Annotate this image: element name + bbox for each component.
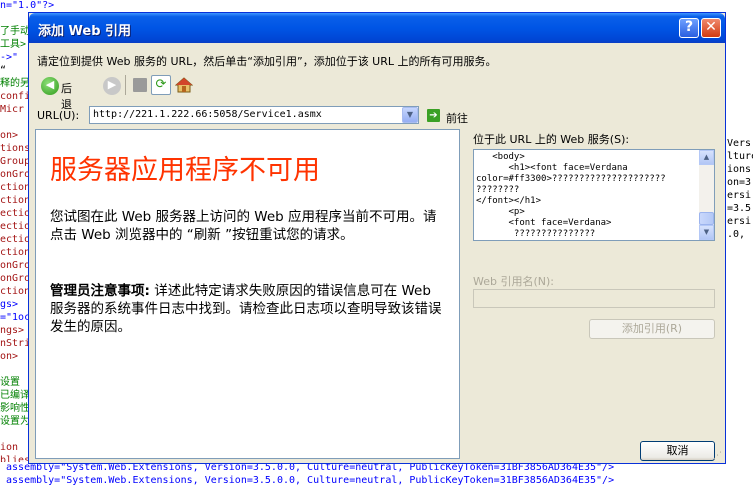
editor-bottom-text: assembly="System.Web.Extensions, Version… <box>0 462 753 488</box>
editor-line: confi <box>0 91 31 102</box>
toolbar-separator <box>125 75 126 95</box>
editor-line: onGro <box>0 169 31 180</box>
editor-line: 影响性 <box>0 403 30 414</box>
reference-name-input[interactable] <box>473 289 715 308</box>
editor-line: ersi <box>727 190 752 201</box>
editor-line: on> <box>0 351 19 362</box>
editor-line: 设置为 <box>0 416 30 427</box>
add-reference-button[interactable]: 添加引用(R) <box>589 319 715 339</box>
editor-line: nStri <box>0 338 31 349</box>
help-button[interactable]: ? <box>679 18 699 38</box>
editor-line: tions <box>0 143 31 154</box>
scroll-up-icon[interactable]: ▲ <box>699 150 714 165</box>
back-arrow-icon[interactable]: ◀ <box>41 77 59 95</box>
scroll-thumb[interactable] <box>699 212 714 225</box>
forward-arrow-icon[interactable]: ▶ <box>103 77 121 95</box>
editor-line: onGro <box>0 260 31 271</box>
editor-line: Vers <box>727 138 752 149</box>
editor-line: on> <box>0 130 19 141</box>
url-label: URL(U): <box>37 109 80 122</box>
editor-line: n="1.0"?> <box>0 0 55 11</box>
editor-line: Micr <box>0 104 25 115</box>
editor-line: ->" <box>0 52 19 63</box>
editor-line: 释的另 <box>0 78 30 89</box>
editor-line: ="1oc <box>0 312 31 323</box>
editor-line: =3.5 <box>727 203 752 214</box>
editor-line: “ <box>0 65 7 76</box>
editor-line: ion <box>0 442 19 453</box>
add-web-reference-dialog: 添加 Web 引用 ? ✕ 请定位到提供 Web 服务的 URL，然后单击“添加… <box>28 12 726 464</box>
error-message: 您试图在此 Web 服务器上访问的 Web 应用程序当前不可用。请点击 Web … <box>50 209 437 243</box>
dialog-title-bar[interactable]: 添加 Web 引用 ? ✕ <box>29 13 725 43</box>
editor-line: 工具> <box>0 39 27 50</box>
reference-name-label: Web 引用名(N): <box>473 275 554 288</box>
services-content: <body> <h1><font face=Verdana color=#ff3… <box>476 152 666 239</box>
editor-line: .0, <box>727 229 746 240</box>
services-label: 位于此 URL 上的 Web 服务(S): <box>473 133 630 146</box>
error-title: 服务器应用程序不可用 <box>50 155 320 186</box>
admin-note-heading: 管理员注意事项: <box>50 283 150 299</box>
go-arrow-icon[interactable]: ➔ <box>427 109 440 122</box>
admin-note: 管理员注意事项: 详述此特定请求失败原因的错误信息可在 Web 服务器的系统事件… <box>50 282 442 336</box>
refresh-icon[interactable]: ⟳ <box>151 75 171 95</box>
url-dropdown-button[interactable]: ▼ <box>402 107 418 123</box>
editor-line: gs> <box>0 299 19 310</box>
stop-icon[interactable] <box>133 78 147 92</box>
dialog-title: 添加 Web 引用 <box>38 24 132 39</box>
editor-line: ction <box>0 247 31 258</box>
resize-grip-icon[interactable]: ⋰ <box>713 451 723 461</box>
editor-line: 设置 <box>0 377 20 388</box>
url-input[interactable]: http://221.1.222.66:5058/Service1.asmx <box>89 106 419 124</box>
go-button-label[interactable]: 前往 <box>446 110 468 126</box>
home-icon[interactable] <box>174 76 194 94</box>
editor-line: ersi <box>727 216 752 227</box>
cancel-button[interactable]: 取消 <box>640 441 715 461</box>
browser-content-pane[interactable]: 服务器应用程序不可用 您试图在此 Web 服务器上访问的 Web 应用程序当前不… <box>35 129 460 459</box>
scroll-down-icon[interactable]: ▼ <box>699 225 714 240</box>
close-button[interactable]: ✕ <box>701 18 721 38</box>
editor-line: ction <box>0 182 31 193</box>
services-scrollbar[interactable]: ▲ ▼ <box>699 150 714 240</box>
editor-line: ions, <box>727 164 753 175</box>
editor-line: 已编译 <box>0 390 30 401</box>
editor-line: on=3 <box>727 177 752 188</box>
editor-line: Group <box>0 156 31 167</box>
services-list[interactable]: <body> <h1><font face=Verdana color=#ff3… <box>473 149 715 241</box>
editor-line: ngs> <box>0 325 25 336</box>
editor-line: assembly="System.Web.Extensions, Version… <box>0 475 615 486</box>
back-button-label[interactable]: 后退 <box>61 80 72 112</box>
instructions-text: 请定位到提供 Web 服务的 URL，然后单击“添加引用”，添加位于该 URL … <box>37 55 497 68</box>
editor-line: 了手动 <box>0 26 30 37</box>
editor-line: lture <box>727 151 753 162</box>
